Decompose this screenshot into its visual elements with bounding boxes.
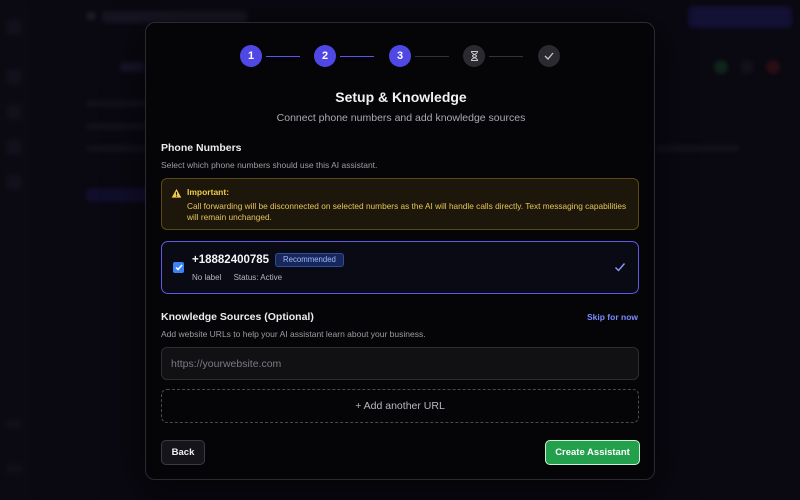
step-3: 3 (389, 45, 411, 67)
recommended-badge: Recommended (275, 253, 344, 267)
phone-label: No label (192, 273, 222, 282)
setup-modal: 1 2 3 Setup & Knowledge Connect phone nu… (145, 22, 655, 480)
modal-subtitle: Connect phone numbers and add knowledge … (276, 112, 526, 124)
step-connector (266, 55, 300, 57)
phone-number: +18882400785 (192, 254, 270, 266)
hourglass-icon (470, 51, 478, 61)
step-1: 1 (240, 45, 262, 67)
knowledge-sources-description: Add website URLs to help your AI assista… (161, 329, 426, 339)
check-icon (544, 52, 554, 60)
knowledge-sources-heading: Knowledge Sources (Optional) (161, 311, 314, 323)
warning-icon (171, 188, 182, 198)
step-5 (538, 45, 560, 67)
step-connector (489, 55, 523, 57)
selected-check-icon (615, 263, 626, 272)
phone-numbers-heading: Phone Numbers (161, 142, 242, 154)
add-url-button[interactable]: + Add another URL (161, 389, 639, 423)
phone-meta: No label Status: Active (192, 273, 282, 282)
warning-alert: Important: Call forwarding will be disco… (161, 178, 639, 230)
phone-number-option[interactable]: +18882400785 Recommended No label Status… (161, 241, 639, 294)
progress-stepper: 1 2 3 (146, 45, 656, 67)
step-connector (340, 55, 374, 57)
step-2: 2 (314, 45, 336, 67)
checkmark-icon (174, 264, 183, 271)
create-assistant-button[interactable]: Create Assistant (545, 440, 640, 465)
skip-for-now-link[interactable]: Skip for now (587, 312, 638, 322)
website-url-input[interactable] (161, 347, 639, 380)
phone-number-checkbox[interactable] (173, 262, 184, 273)
phone-numbers-description: Select which phone numbers should use th… (161, 160, 378, 170)
alert-text: Call forwarding will be disconnected on … (187, 201, 627, 222)
step-4 (463, 45, 485, 67)
phone-status: Status: Active (233, 273, 283, 282)
modal-title: Setup & Knowledge (335, 89, 467, 105)
step-connector (415, 55, 449, 57)
back-button[interactable]: Back (161, 440, 205, 465)
alert-title: Important: (187, 187, 230, 197)
